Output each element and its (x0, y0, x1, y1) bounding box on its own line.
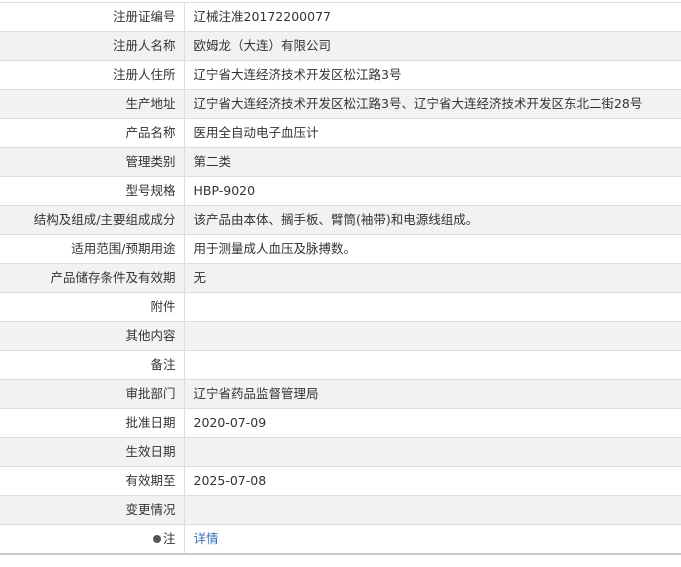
label-other-content: 其他内容 (0, 321, 185, 351)
label-valid-until: 有效期至 (0, 466, 185, 496)
row-production-address: 生产地址 辽宁省大连经济技术开发区松江路3号、辽宁省大连经济技术开发区东北二街2… (0, 89, 681, 119)
row-registration-number: 注册证编号 辽械注准20172200077 (0, 2, 681, 32)
row-note: 注 详情 (0, 524, 681, 555)
label-registrant-address: 注册人住所 (0, 60, 185, 90)
value-approval-date: 2020-07-09 (184, 408, 681, 438)
value-structure-composition: 该产品由本体、搁手板、臂筒(袖带)和电源线组成。 (184, 205, 681, 235)
value-intended-use: 用于测量成人血压及脉搏数。 (184, 234, 681, 264)
value-effective-date (184, 437, 681, 467)
row-model-spec: 型号规格 HBP-9020 (0, 176, 681, 206)
value-registrant-address: 辽宁省大连经济技术开发区松江路3号 (184, 60, 681, 90)
value-approval-department: 辽宁省药品监督管理局 (184, 379, 681, 409)
note-label: 注 (162, 531, 176, 546)
row-storage-validity: 产品储存条件及有效期 无 (0, 263, 681, 293)
value-production-address: 辽宁省大连经济技术开发区松江路3号、辽宁省大连经济技术开发区东北二街28号 (184, 89, 681, 119)
label-remarks: 备注 (0, 350, 185, 380)
value-management-category: 第二类 (184, 147, 681, 177)
value-product-name: 医用全自动电子血压计 (184, 118, 681, 148)
row-approval-department: 审批部门 辽宁省药品监督管理局 (0, 379, 681, 409)
row-approval-date: 批准日期 2020-07-09 (0, 408, 681, 438)
label-management-category: 管理类别 (0, 147, 185, 177)
label-approval-date: 批准日期 (0, 408, 185, 438)
label-change-history: 变更情况 (0, 495, 185, 525)
row-remarks: 备注 (0, 350, 681, 380)
value-change-history (184, 495, 681, 525)
row-other-content: 其他内容 (0, 321, 681, 351)
row-structure-composition: 结构及组成/主要组成成分 该产品由本体、搁手板、臂筒(袖带)和电源线组成。 (0, 205, 681, 235)
row-effective-date: 生效日期 (0, 437, 681, 467)
row-management-category: 管理类别 第二类 (0, 147, 681, 177)
value-storage-validity: 无 (184, 263, 681, 293)
label-attachments: 附件 (0, 292, 185, 322)
row-product-name: 产品名称 医用全自动电子血压计 (0, 118, 681, 148)
label-production-address: 生产地址 (0, 89, 185, 119)
label-product-name: 产品名称 (0, 118, 185, 148)
row-registrant-address: 注册人住所 辽宁省大连经济技术开发区松江路3号 (0, 60, 681, 90)
label-storage-validity: 产品储存条件及有效期 (0, 263, 185, 293)
row-registrant-name: 注册人名称 欧姆龙（大连）有限公司 (0, 31, 681, 61)
label-structure-composition: 结构及组成/主要组成成分 (0, 205, 185, 235)
row-attachments: 附件 (0, 292, 681, 322)
label-registrant-name: 注册人名称 (0, 31, 185, 61)
label-intended-use: 适用范围/预期用途 (0, 234, 185, 264)
value-remarks (184, 350, 681, 380)
value-other-content (184, 321, 681, 351)
value-registrant-name: 欧姆龙（大连）有限公司 (184, 31, 681, 61)
label-approval-department: 审批部门 (0, 379, 185, 409)
details-link[interactable]: 详情 (194, 531, 219, 546)
info-dot-icon (152, 535, 161, 543)
row-valid-until: 有效期至 2025-07-08 (0, 466, 681, 496)
label-registration-number: 注册证编号 (0, 2, 185, 32)
value-attachments (184, 292, 681, 322)
value-registration-number: 辽械注准20172200077 (184, 2, 681, 32)
label-model-spec: 型号规格 (0, 176, 185, 206)
registration-info-panel: 注册证编号 辽械注准20172200077 注册人名称 欧姆龙（大连）有限公司 … (0, 0, 681, 555)
row-intended-use: 适用范围/预期用途 用于测量成人血压及脉搏数。 (0, 234, 681, 264)
registration-info-table: 注册证编号 辽械注准20172200077 注册人名称 欧姆龙（大连）有限公司 … (0, 2, 681, 555)
label-effective-date: 生效日期 (0, 437, 185, 467)
value-note: 详情 (184, 524, 681, 555)
value-valid-until: 2025-07-08 (184, 466, 681, 496)
label-note: 注 (0, 524, 185, 555)
row-change-history: 变更情况 (0, 495, 681, 525)
value-model-spec: HBP-9020 (184, 176, 681, 206)
